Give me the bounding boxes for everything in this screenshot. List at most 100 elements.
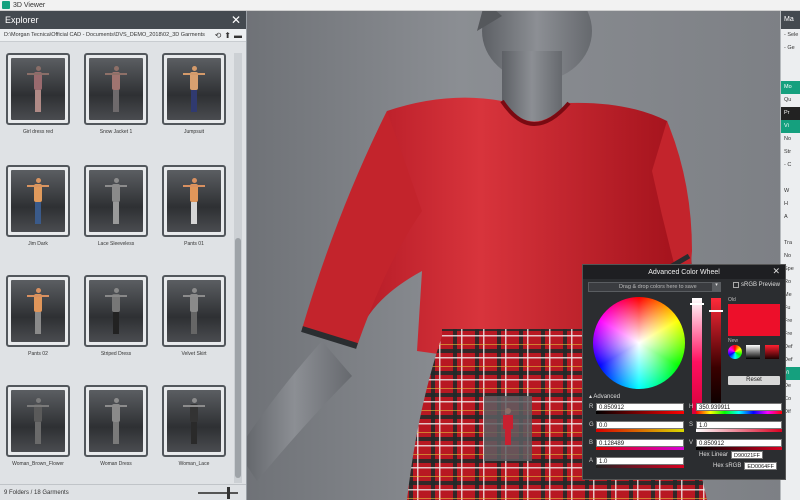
value-channel-field[interactable]: V 0.850912 — [689, 439, 783, 451]
saturation-gradient-slider[interactable] — [696, 429, 782, 432]
hex-srgb-input[interactable]: ED0064FF — [744, 462, 777, 470]
garment-label: Snow Jacket 1 — [99, 129, 133, 135]
explorer-scrollbar[interactable] — [234, 53, 242, 483]
thumbnail-frame[interactable] — [162, 275, 226, 347]
blue-gradient-slider[interactable] — [596, 447, 684, 450]
gradient-mode-icon[interactable] — [765, 345, 779, 359]
garment-thumbnail[interactable]: Jim Dark — [6, 165, 70, 247]
thumbnail-frame[interactable] — [6, 165, 70, 237]
property-row[interactable]: Mo — [781, 81, 800, 94]
property-row[interactable]: Pr — [781, 107, 800, 120]
folder-icon[interactable]: ▬ — [234, 31, 242, 40]
thumbnail-frame[interactable] — [84, 165, 148, 237]
value-gradient-slider[interactable] — [696, 447, 782, 450]
property-row[interactable]: Str — [781, 146, 800, 159]
thumbnail-frame[interactable] — [162, 165, 226, 237]
garment-label: Lace Sleeveless — [97, 241, 135, 247]
garment-preview-image — [89, 58, 143, 120]
refresh-icon[interactable]: ⟲ — [215, 31, 222, 40]
property-row[interactable]: No — [781, 133, 800, 146]
property-row[interactable] — [781, 55, 800, 68]
thumbnail-frame[interactable] — [6, 53, 70, 125]
green-gradient-slider[interactable] — [596, 429, 684, 432]
property-row[interactable] — [781, 68, 800, 81]
garment-thumbnail[interactable]: Woman_Brown_Flower — [6, 385, 70, 467]
garment-thumbnail[interactable]: Woman_Lace — [162, 385, 226, 467]
folder-path[interactable]: D:\Morgan Tecnica\Official CAD - Documen… — [4, 32, 205, 38]
property-row[interactable]: - C — [781, 159, 800, 172]
blue-channel-field[interactable]: B 0.128489 — [589, 439, 685, 451]
color-wheel-mode-icon[interactable] — [728, 345, 742, 359]
thumbnail-size-slider[interactable] — [198, 487, 238, 499]
alpha-value-input[interactable]: 1.0 — [596, 457, 684, 465]
close-icon[interactable]: ✕ — [772, 266, 780, 277]
color-drop-zone[interactable]: Drag & drop colors here to save — [588, 282, 720, 292]
avatar-figure — [27, 288, 49, 338]
scrollbar-thumb[interactable] — [235, 238, 241, 478]
property-row[interactable]: No — [781, 250, 800, 263]
avatar-figure — [105, 398, 127, 448]
garment-thumbnail[interactable]: Velvet Skirt — [162, 275, 226, 357]
red-channel-field[interactable]: R 0.850912 — [589, 403, 685, 415]
saturation-slider[interactable] — [692, 298, 702, 414]
garment-thumbnail[interactable]: Girl dress red — [6, 53, 70, 135]
hue-gradient-slider[interactable] — [696, 411, 782, 414]
garment-thumbnail[interactable]: Jumpsuit — [162, 53, 226, 135]
property-row[interactable]: Qu — [781, 94, 800, 107]
red-gradient-slider[interactable] — [596, 411, 684, 414]
thumbnail-frame[interactable] — [84, 53, 148, 125]
saturation-slider-marker[interactable] — [690, 303, 704, 305]
hue-value-input[interactable]: 350.939911 — [696, 403, 782, 411]
thumbnail-frame[interactable] — [84, 385, 148, 457]
alpha-gradient-slider[interactable] — [596, 465, 684, 468]
slider-handle[interactable] — [227, 487, 230, 499]
garment-thumbnail[interactable]: Pants 01 — [162, 165, 226, 247]
advanced-section-toggle[interactable]: ▴ Advanced — [589, 393, 620, 400]
reset-button[interactable]: Reset — [728, 376, 780, 385]
garment-thumbnail[interactable]: Snow Jacket 1 — [84, 53, 148, 135]
thumbnail-frame[interactable] — [6, 385, 70, 457]
value-slider[interactable] — [711, 298, 721, 414]
srgb-preview-toggle[interactable]: sRGB Preview — [733, 282, 780, 288]
explorer-title: Explorer — [5, 15, 39, 25]
hue-saturation-wheel[interactable] — [593, 297, 685, 389]
alpha-channel-field[interactable]: A 1.0 — [589, 457, 685, 469]
thumbnail-frame[interactable] — [84, 275, 148, 347]
green-value-input[interactable]: 0.0 — [596, 421, 684, 429]
app-icon — [2, 1, 10, 9]
saturation-value-input[interactable]: 1.0 — [696, 421, 782, 429]
hue-channel-field[interactable]: H 350.939911 — [689, 403, 783, 415]
property-row[interactable]: A — [781, 211, 800, 224]
saturation-channel-field[interactable]: S 1.0 — [689, 421, 783, 433]
hex-linear-row: Hex Linear D90021FF — [699, 451, 764, 459]
chevron-down-icon[interactable]: ▾ — [712, 282, 721, 292]
property-row[interactable]: - Ge — [781, 42, 800, 55]
property-row[interactable]: Vi — [781, 120, 800, 133]
thumbnail-frame[interactable] — [162, 385, 226, 457]
blue-value-input[interactable]: 0.128489 — [596, 439, 684, 447]
garment-thumbnail[interactable]: Woman Dress — [84, 385, 148, 467]
garment-thumbnail[interactable]: Lace Sleeveless — [84, 165, 148, 247]
old-color-label: Old — [728, 297, 736, 303]
thumbnail-frame[interactable] — [162, 53, 226, 125]
avatar-arms — [183, 73, 205, 75]
property-row[interactable]: - Sele — [781, 29, 800, 42]
garment-thumbnail[interactable]: Pants 02 — [6, 275, 70, 357]
hex-linear-input[interactable]: D90021FF — [731, 451, 764, 459]
green-channel-field[interactable]: G 0.0 — [589, 421, 685, 433]
red-value-input[interactable]: 0.850912 — [596, 403, 684, 411]
value-slider-marker[interactable] — [709, 310, 723, 312]
property-row[interactable]: Tra — [781, 237, 800, 250]
property-row[interactable] — [781, 172, 800, 185]
garment-label: Jumpsuit — [183, 129, 204, 135]
grayscale-mode-icon[interactable] — [746, 345, 760, 359]
value-value-input[interactable]: 0.850912 — [696, 439, 782, 447]
up-arrow-icon[interactable]: ⬆ — [224, 31, 231, 40]
garment-thumbnail[interactable]: Striped Dress — [84, 275, 148, 357]
property-row[interactable]: H — [781, 198, 800, 211]
property-row[interactable]: W — [781, 185, 800, 198]
property-row[interactable] — [781, 224, 800, 237]
thumbnail-frame[interactable] — [6, 275, 70, 347]
srgb-preview-checkbox[interactable] — [733, 282, 739, 288]
close-icon[interactable]: ✕ — [231, 13, 241, 27]
